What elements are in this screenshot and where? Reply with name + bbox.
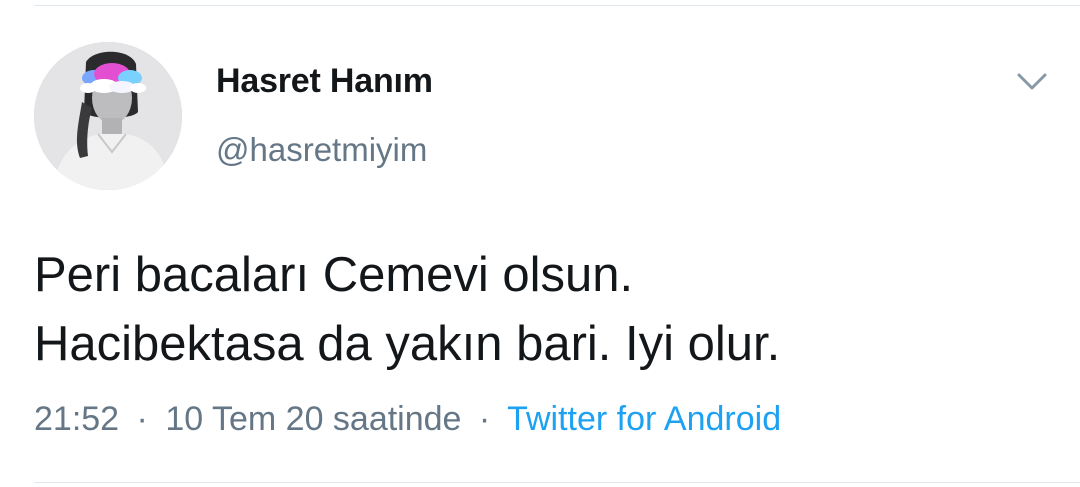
top-divider — [34, 5, 1080, 6]
avatar[interactable] — [34, 42, 182, 190]
user-handle[interactable]: @hasretmiyim — [216, 131, 427, 169]
tweet-time[interactable]: 21:52 — [34, 400, 119, 438]
display-name[interactable]: Hasret Hanım — [216, 62, 433, 101]
chevron-down-icon[interactable] — [1012, 66, 1052, 98]
bottom-divider — [34, 482, 1080, 483]
tweet-text-line: Peri bacaları Cemevi olsun. — [34, 248, 634, 302]
tweet-date[interactable]: 10 Tem 20 saatinde — [165, 400, 461, 438]
tweet-text-line: Hacibektasa da yakın bari. Iyi olur. — [34, 317, 781, 371]
tweet-source-link[interactable]: Twitter for Android — [507, 400, 781, 438]
tweet-metadata: 21:52 · 10 Tem 20 saatinde · Twitter for… — [34, 400, 781, 439]
profile-photo — [34, 42, 182, 190]
tweet-text: Peri bacaları Cemevi olsun. Hacibektasa … — [34, 241, 780, 379]
meta-separator: · — [136, 400, 148, 438]
tweet-card: Hasret Hanım @hasretmiyim Peri bacaları … — [0, 0, 1080, 487]
meta-separator: · — [478, 400, 491, 438]
